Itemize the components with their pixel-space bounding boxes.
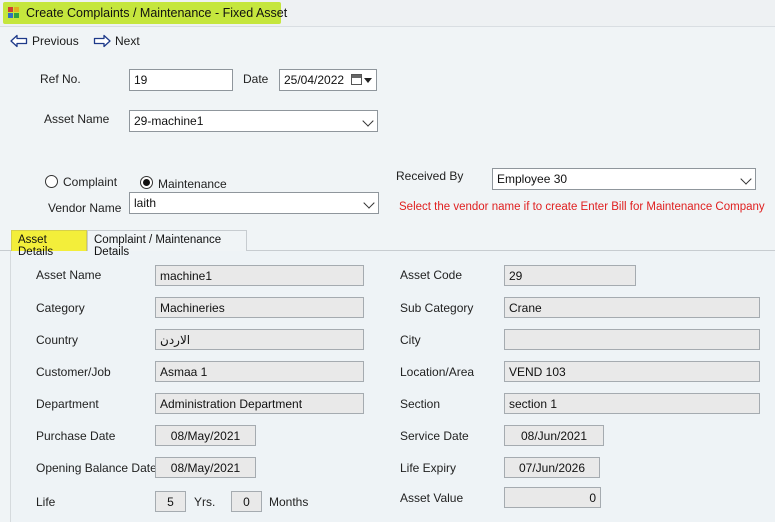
- tab-asset-details[interactable]: Asset Details: [11, 230, 87, 258]
- previous-label: Previous: [32, 34, 79, 48]
- vendor-name-select[interactable]: laith: [129, 192, 379, 214]
- detail-purchase-date-field: 08/May/2021: [155, 425, 256, 446]
- detail-purchase-date-label: Purchase Date: [36, 429, 116, 443]
- arrow-right-icon: [93, 34, 111, 48]
- detail-life-months-field: 0: [231, 491, 262, 512]
- asset-name-label: Asset Name: [44, 112, 110, 126]
- title-bar: Create Complaints / Maintenance - Fixed …: [0, 0, 775, 27]
- detail-country-label: Country: [36, 333, 79, 347]
- received-by-value: Employee 30: [497, 172, 568, 186]
- detail-asset-code-field: 29: [504, 265, 636, 286]
- detail-asset-value-label: Asset Value: [400, 491, 464, 505]
- detail-opening-balance-date-label: Opening Balance Date: [36, 461, 157, 475]
- previous-button[interactable]: Previous: [10, 31, 79, 51]
- detail-city-field: [504, 329, 760, 350]
- chevron-down-icon: [363, 197, 375, 209]
- detail-sub-category-field: Crane: [504, 297, 760, 318]
- detail-category-field: Machineries: [155, 297, 364, 318]
- arrow-left-icon: [10, 34, 28, 48]
- detail-asset-name-field: machine1: [155, 265, 364, 286]
- asset-name-value: 29-machine1: [134, 114, 204, 128]
- detail-country-field: الاردن: [155, 329, 364, 350]
- date-label: Date: [243, 72, 269, 86]
- detail-location-area-label: Location/Area: [400, 365, 475, 379]
- detail-section-field: section 1: [504, 393, 760, 414]
- received-by-label: Received By: [396, 169, 464, 183]
- detail-opening-balance-date-field: 08/May/2021: [155, 457, 256, 478]
- detail-section-label: Section: [400, 397, 441, 411]
- detail-asset-code-label: Asset Code: [400, 268, 463, 282]
- detail-life-years-field: 5: [155, 491, 186, 512]
- detail-life-expiry-label: Life Expiry: [400, 461, 457, 475]
- detail-department-field: Administration Department: [155, 393, 364, 414]
- tab-complaint-maintenance-details[interactable]: Complaint / Maintenance Details: [87, 230, 247, 258]
- date-value: 25/04/2022: [284, 73, 345, 87]
- chevron-down-icon: [362, 115, 374, 127]
- detail-life-months-unit: Months: [269, 495, 309, 509]
- complaint-radio[interactable]: [45, 175, 58, 188]
- detail-service-date-label: Service Date: [400, 429, 469, 443]
- detail-life-label: Life: [36, 495, 56, 509]
- detail-customer-job-label: Customer/Job: [36, 365, 111, 379]
- ref-no-input[interactable]: 19: [129, 69, 233, 91]
- window-title: Create Complaints / Maintenance - Fixed …: [26, 6, 288, 20]
- vendor-name-label: Vendor Name: [48, 201, 122, 215]
- window-icon: [8, 7, 21, 19]
- chevron-down-icon: [740, 173, 752, 185]
- received-by-select[interactable]: Employee 30: [492, 168, 756, 190]
- maintenance-label[interactable]: Maintenance: [158, 177, 227, 191]
- detail-customer-job-field: Asmaa 1: [155, 361, 364, 382]
- detail-city-label: City: [400, 333, 421, 347]
- calendar-icon[interactable]: [351, 74, 362, 85]
- detail-sub-category-label: Sub Category: [400, 301, 474, 315]
- detail-life-years-unit: Yrs.: [194, 495, 216, 509]
- date-picker[interactable]: 25/04/2022: [279, 69, 377, 91]
- ref-no-label: Ref No.: [40, 72, 81, 86]
- detail-category-label: Category: [36, 301, 85, 315]
- complaint-label[interactable]: Complaint: [63, 175, 117, 189]
- next-label: Next: [115, 34, 140, 48]
- detail-life-expiry-field: 07/Jun/2026: [504, 457, 600, 478]
- detail-asset-name-label: Asset Name: [36, 268, 102, 282]
- maintenance-radio[interactable]: [140, 176, 153, 189]
- next-button[interactable]: Next: [93, 31, 140, 51]
- detail-service-date-field: 08/Jun/2021: [504, 425, 604, 446]
- vendor-hint-text: Select the vendor name if to create Ente…: [399, 201, 765, 213]
- detail-asset-value-field: 0: [504, 487, 601, 508]
- detail-location-area-field: VEND 103: [504, 361, 760, 382]
- asset-details-panel: [10, 251, 775, 522]
- detail-department-label: Department: [36, 397, 99, 411]
- vendor-name-value: laith: [134, 196, 157, 210]
- dropdown-arrow-icon[interactable]: [364, 78, 372, 83]
- asset-name-select[interactable]: 29-machine1: [129, 110, 378, 132]
